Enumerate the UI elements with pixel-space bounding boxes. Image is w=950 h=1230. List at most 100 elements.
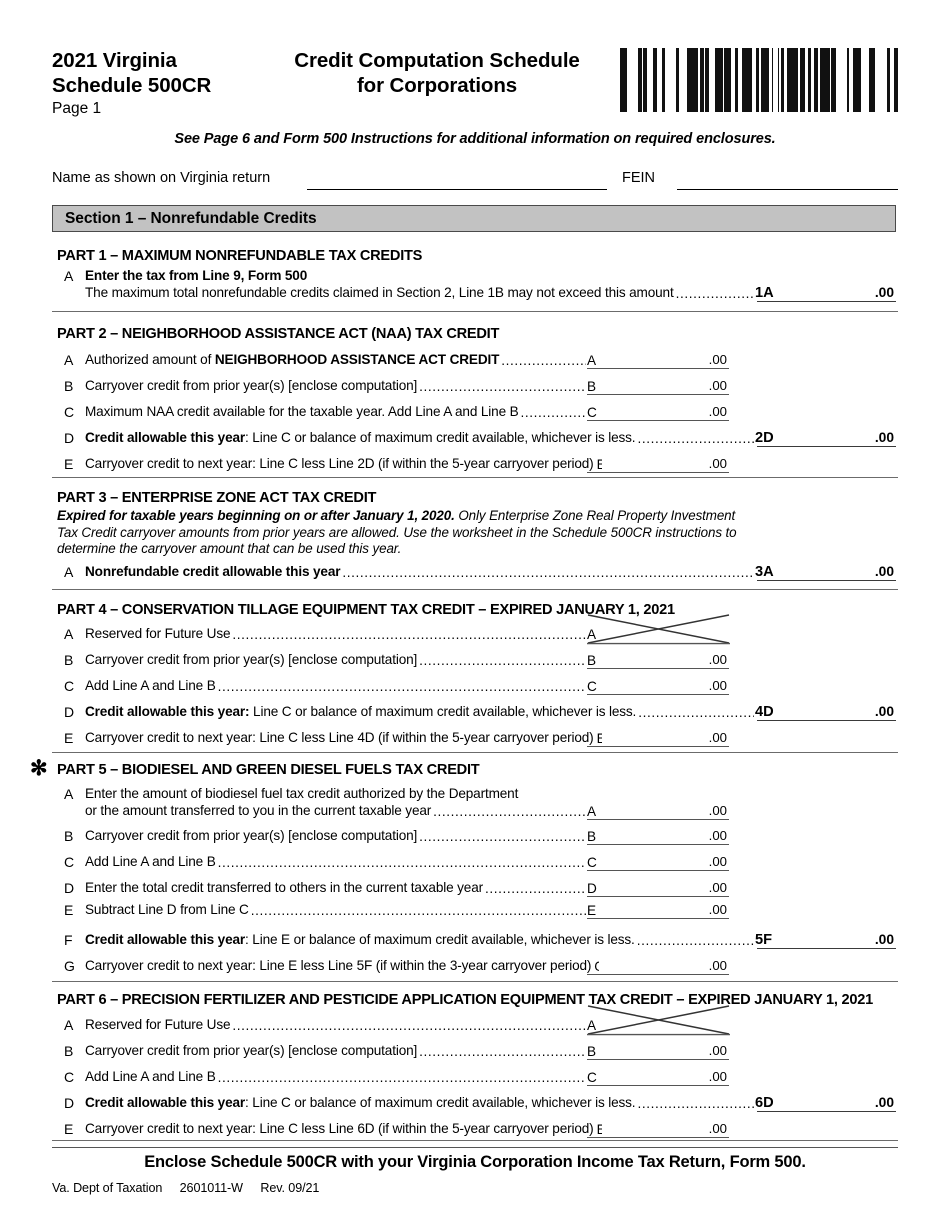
form-title-line1: Credit Computation Schedule (294, 49, 580, 72)
amount-input-c[interactable]: .00 (587, 1068, 729, 1086)
dot-leader: ........................................… (419, 379, 586, 394)
name-input[interactable] (307, 189, 607, 190)
cents-suffix: .00 (708, 404, 727, 419)
instructions-notice: See Page 6 and Form 500 Instructions for… (174, 131, 776, 147)
line-text: Carryover credit to next year: Line C le… (85, 456, 594, 471)
part-title-4: PART 4 – CONSERVATION TILLAGE EQUIPMENT … (57, 602, 675, 618)
dot-leader: ........................................… (217, 1070, 586, 1085)
part-divider (52, 981, 898, 982)
amount-input-c[interactable]: .00 (587, 403, 729, 421)
line-letter: C (64, 854, 75, 870)
cents-suffix: .00 (874, 285, 894, 300)
form-line-row: D Credit allowable this year: Line C or b… (0, 1095, 950, 1115)
dot-leader: ........................................… (217, 855, 586, 870)
leader-dots: ........................................… (433, 803, 596, 820)
dot-leader: ........................................… (637, 1096, 754, 1111)
dot-leader: ........................................… (419, 653, 586, 668)
leader-dots: ........................................… (637, 932, 772, 949)
name-label: Name as shown on Virginia return (52, 170, 271, 186)
leader-dots: ........................................… (419, 378, 596, 395)
amount-input-a[interactable]: .00 (587, 351, 729, 369)
line-text: Credit allowable this year: Line C or ba… (85, 1095, 636, 1110)
cents-suffix: .00 (708, 880, 727, 895)
line-letter: D (64, 704, 75, 720)
line-letter: A (64, 1017, 74, 1033)
amount-input-b[interactable]: .00 (587, 377, 729, 395)
leader-dots: ........................................… (218, 1069, 597, 1086)
line-text: Credit allowable this year: Line E or ba… (85, 932, 635, 947)
line-letter: F (64, 932, 73, 948)
dot-leader: ........................................… (638, 705, 754, 720)
dot-leader: ........................................… (419, 1044, 586, 1059)
dot-leader: ........................................… (484, 881, 586, 896)
amount-input-b[interactable]: .00 (587, 651, 729, 669)
amount-input-b[interactable]: .00 (587, 827, 729, 845)
cents-suffix: .00 (708, 1121, 727, 1136)
amount-input-c[interactable]: .00 (587, 853, 729, 871)
amount-input-2d[interactable]: .00 (757, 429, 896, 447)
line-text: Add Line A and Line B (85, 854, 216, 869)
asterisk-icon: ✻ (30, 757, 48, 780)
form-title-right: Credit Computation Schedule for Corporat… (257, 48, 617, 98)
amount-input-e[interactable]: .00 (587, 729, 729, 747)
dot-leader: ........................................… (636, 933, 754, 948)
part-divider (52, 477, 898, 478)
amount-input-g[interactable]: .00 (587, 957, 729, 975)
form-line-row: B Carryover credit from prior year(s) [en… (0, 378, 950, 398)
dot-leader: ........................................… (433, 804, 586, 819)
amount-input-5f[interactable]: .00 (757, 931, 896, 949)
amount-input-b[interactable]: .00 (587, 1042, 729, 1060)
amount-input-e[interactable]: .00 (587, 455, 729, 473)
form-line-row: C Add Line A and Line B..................… (0, 678, 950, 698)
footer-divider (52, 1147, 898, 1148)
leader-dots: ........................................… (638, 704, 773, 721)
line-text: Carryover credit to next year: Line E le… (85, 958, 592, 973)
leader-dots: ........................................… (419, 1043, 596, 1060)
fein-input[interactable] (677, 189, 898, 190)
line-letter: A (64, 626, 74, 642)
amount-input-a[interactable]: .00 (587, 802, 729, 820)
cents-suffix: .00 (708, 730, 727, 745)
identity-row: Name as shown on Virginia return FEIN (52, 170, 898, 192)
line-text: Carryover credit from prior year(s) [enc… (85, 652, 418, 667)
form-title-left: 2021 Virginia Schedule 500CR (52, 48, 211, 98)
leader-dots: ........................................… (342, 564, 773, 581)
amount-input-d[interactable]: .00 (587, 879, 729, 897)
cents-suffix: .00 (708, 803, 727, 818)
line-letter: E (64, 1121, 74, 1137)
dot-leader: ........................................… (637, 431, 754, 446)
line-text: Carryover credit to next year: Line C le… (85, 730, 594, 745)
form-line-row: E Carryover credit to next year: Line C l… (0, 730, 950, 750)
leader-dots: ........................................… (232, 1017, 596, 1034)
dot-leader: ........................................… (520, 405, 586, 420)
line-letter: C (64, 678, 75, 694)
cents-suffix: .00 (874, 932, 894, 947)
amount-input-3a[interactable]: .00 (757, 563, 896, 581)
part-title-6: PART 6 – PRECISION FERTILIZER AND PESTIC… (57, 992, 873, 1008)
amount-input-e[interactable]: .00 (587, 1120, 729, 1138)
leader-dots: ........................................… (501, 352, 596, 369)
crossed-out-field (587, 611, 731, 645)
amount-input-1a[interactable]: .00 (757, 284, 896, 302)
form-barcode (617, 48, 898, 112)
amount-input-4d[interactable]: .00 (757, 703, 896, 721)
amount-input-6d[interactable]: .00 (757, 1094, 896, 1112)
form-line-row: F Credit allowable this year: Line E or b… (0, 932, 950, 952)
amount-input-e[interactable]: .00 (587, 901, 729, 919)
form-line-row: A Enter the tax from Line 9, Form 500 The … (0, 268, 950, 302)
form-line-row: E Carryover credit to next year: Line C l… (0, 456, 950, 476)
cents-suffix: .00 (708, 854, 727, 869)
part-divider (52, 589, 898, 590)
line-text: Subtract Line D from Line C (85, 902, 249, 917)
form-line-row: A Authorized amount of NEIGHBORHOOD ASSIS… (0, 352, 950, 372)
form-line-row: D Credit allowable this year: Line C or b… (0, 704, 950, 724)
dot-leader: ........................................… (342, 565, 754, 580)
leader-dots: ........................................… (485, 880, 597, 897)
form-line-row: A Reserved for Future Use................… (0, 614, 950, 646)
form-line-row: G Carryover credit to next year: Line E l… (0, 958, 950, 978)
part-divider (52, 311, 898, 312)
line-letter: A (64, 786, 74, 802)
line-letter: B (64, 1043, 74, 1059)
amount-input-c[interactable]: .00 (587, 677, 729, 695)
form-line-row: C Add Line A and Line B..................… (0, 1069, 950, 1089)
